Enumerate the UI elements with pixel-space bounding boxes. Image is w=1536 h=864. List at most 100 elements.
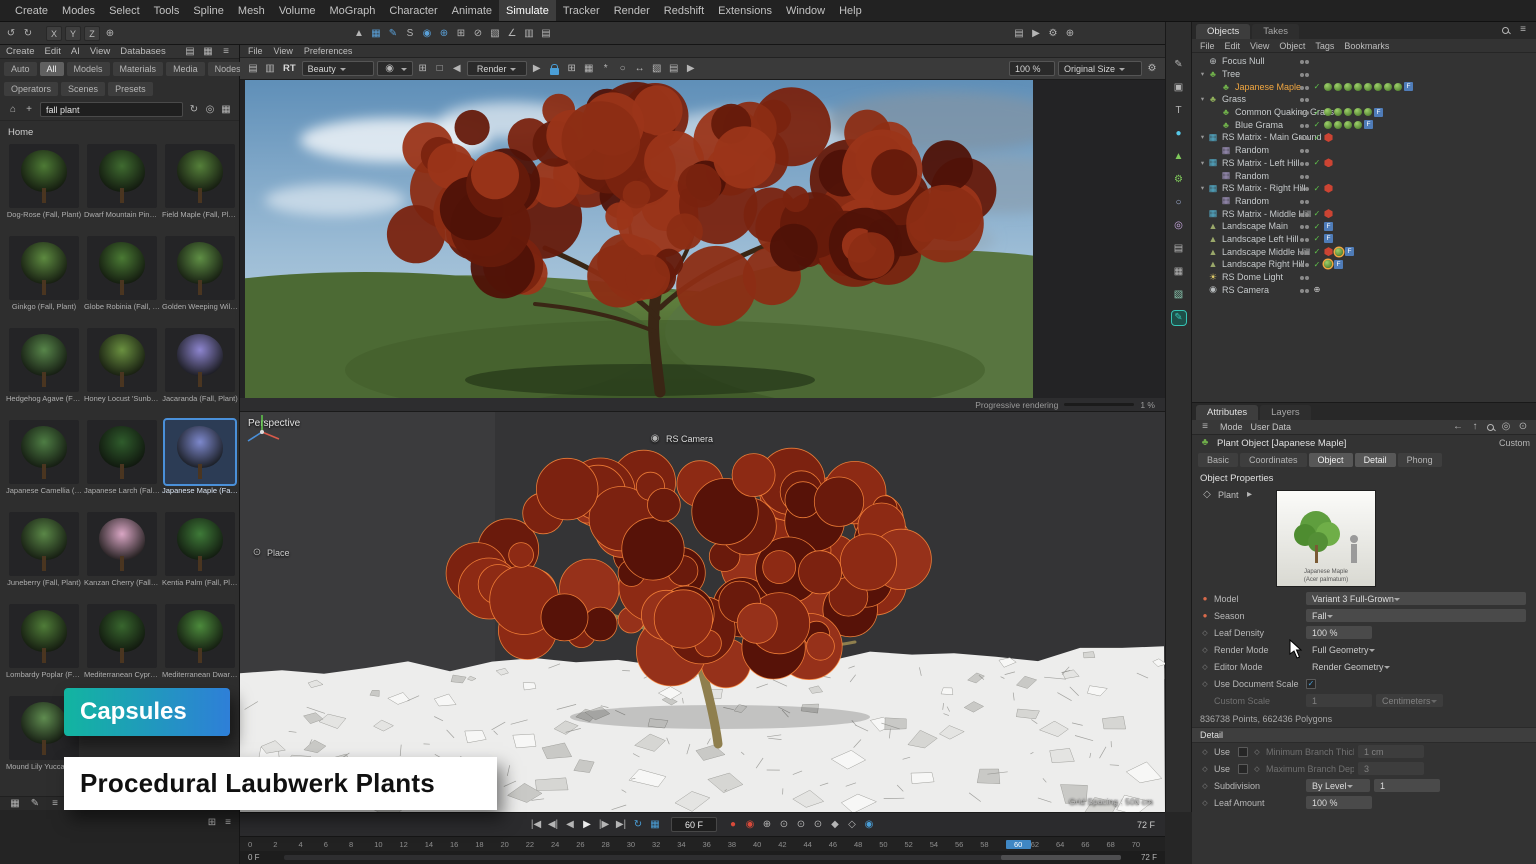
zoom-level-field[interactable]: 100 %	[1009, 61, 1055, 76]
asset-item[interactable]: Japanese Camellia (Fal...	[6, 420, 82, 508]
object-row[interactable]: ♣Common Quaking Grass✓F	[1192, 106, 1536, 119]
object-name[interactable]: Landscape Middle Hill	[1222, 247, 1310, 257]
render-visibility-dot[interactable]	[1305, 238, 1309, 242]
view-options-icon[interactable]: ▦	[219, 103, 233, 117]
enabled-check-icon[interactable]: ✓	[1312, 260, 1322, 269]
editor-visibility-dot[interactable]	[1300, 136, 1304, 140]
menu-modes[interactable]: Modes	[55, 0, 102, 21]
menu-select[interactable]: Select	[102, 0, 147, 21]
measure-icon[interactable]: ∠	[505, 27, 519, 41]
object-row[interactable]: ▾♣Tree	[1192, 68, 1536, 81]
panel-menu-icon[interactable]: ≡	[219, 45, 233, 59]
object-row[interactable]: ▦Random	[1192, 144, 1536, 157]
object-name[interactable]: Japanese Maple	[1235, 82, 1301, 92]
ruler-tick[interactable]: 18	[475, 840, 500, 849]
tab-layers[interactable]: Layers	[1260, 405, 1311, 420]
spline-circle-icon[interactable]: ○	[1172, 196, 1186, 210]
size-select[interactable]: Original Size	[1058, 61, 1142, 76]
scale-key-icon[interactable]: ⊙	[794, 818, 808, 832]
checkbox[interactable]	[1238, 764, 1248, 774]
place-tool-chip[interactable]: ⊙ Place	[250, 546, 290, 560]
asset-item[interactable]: Honey Locust 'Sunbur...	[84, 328, 160, 416]
render-visibility-dot[interactable]	[1305, 289, 1309, 293]
ruler-tick[interactable]: 54	[930, 840, 955, 849]
render-history-select[interactable]: Render	[467, 61, 527, 76]
pixel-ratio-icon[interactable]: ⊞	[416, 62, 430, 76]
ruler-tick[interactable]: 28	[602, 840, 627, 849]
lock-icon[interactable]: ◎	[1499, 420, 1513, 434]
object-menu-file[interactable]: File	[1200, 41, 1215, 51]
link-icon[interactable]: ◎	[203, 103, 217, 117]
object-row[interactable]: ▾▦RS Matrix - Main Ground✓	[1192, 131, 1536, 144]
asset-item[interactable]: Golden Weeping Willo...	[162, 236, 238, 324]
render-visibility-dot[interactable]	[1305, 124, 1309, 128]
search-input[interactable]: fall plant	[40, 102, 183, 117]
ruler-tick[interactable]: 22	[526, 840, 551, 849]
mode-button[interactable]: Mode	[1220, 422, 1243, 432]
place-tool-icon[interactable]: ⊙	[250, 546, 264, 560]
enabled-check-icon[interactable]: ✓	[1312, 120, 1322, 129]
ruler-tick[interactable]: 14	[425, 840, 450, 849]
param-select[interactable]: By Level	[1306, 779, 1370, 792]
object-name[interactable]: Landscape Left Hill	[1222, 234, 1299, 244]
object-row[interactable]: ▲Landscape Middle Hill✓F	[1192, 245, 1536, 258]
grid-snap-icon[interactable]: ⊞	[454, 27, 468, 41]
asset-item[interactable]: Juneberry (Fall, Plant)	[6, 512, 82, 600]
asset-item[interactable]: Japanese Larch (Fall, Pl...	[84, 420, 160, 508]
editor-visibility-dot[interactable]	[1300, 225, 1304, 229]
viewport-camera-icon[interactable]: ◉	[648, 432, 662, 446]
enabled-check-icon[interactable]: ✓	[1312, 133, 1322, 142]
layout-split-icon[interactable]: ▥	[522, 27, 536, 41]
asset-item[interactable]: Dwarf Mountain Pine (Fall, Plant)	[84, 144, 160, 232]
param-bullet-icon[interactable]: ◇	[1200, 488, 1214, 502]
param-value[interactable]: 100 %	[1306, 796, 1372, 809]
timeline-ruler[interactable]: 0246810121416182022242628303234363840424…	[240, 836, 1165, 851]
render-visibility-dot[interactable]	[1305, 73, 1309, 77]
perspective-viewport[interactable]: Perspective ◉ RS Camera ⊙ Place Grid Spa…	[240, 412, 1165, 812]
pla-key-icon[interactable]: ◇	[845, 818, 859, 832]
editor-visibility-dot[interactable]	[1300, 187, 1304, 191]
play-icon[interactable]: ▶	[580, 818, 594, 832]
ruler-tick[interactable]: 66	[1081, 840, 1106, 849]
attribute-tab-phong[interactable]: Phong	[1398, 453, 1442, 467]
param-value[interactable]: Variant 3 Full-Grown	[1306, 592, 1526, 605]
menu-tools[interactable]: Tools	[147, 0, 187, 21]
visibility-dots[interactable]	[1300, 285, 1310, 295]
editor-visibility-dot[interactable]	[1300, 111, 1304, 115]
editor-visibility-dot[interactable]	[1300, 175, 1304, 179]
list-mode-icon[interactable]: ≡	[48, 797, 62, 811]
tag-icon[interactable]: ▤	[1172, 242, 1186, 256]
render-visibility-dot[interactable]	[1305, 60, 1309, 64]
ruler-tick[interactable]: 34	[677, 840, 702, 849]
render-visibility-dot[interactable]	[1305, 175, 1309, 179]
ruler-tick[interactable]: 70	[1132, 840, 1157, 849]
param-bullet[interactable]: ◇	[1200, 799, 1210, 807]
plant-object-icon[interactable]: ♣	[1198, 436, 1212, 450]
lock-render-icon[interactable]	[550, 68, 559, 75]
rt-toggle[interactable]: RT	[280, 63, 299, 74]
visibility-dots[interactable]	[1300, 132, 1310, 142]
render-visibility-dot[interactable]	[1305, 98, 1309, 102]
sync-icon[interactable]: ↻	[187, 103, 201, 117]
render-view-menu-file[interactable]: File	[248, 46, 263, 56]
render-visibility-dot[interactable]	[1305, 276, 1309, 280]
ipr-icon[interactable]: ▶	[684, 62, 698, 76]
timeline-layout-icon[interactable]: ⊞	[205, 816, 219, 830]
selected-material-swatch[interactable]	[1335, 248, 1343, 256]
ruler-tick[interactable]: 8	[349, 840, 374, 849]
object-row[interactable]: ▲Landscape Main✓F	[1192, 220, 1536, 233]
home-icon[interactable]: ⌂	[6, 103, 20, 117]
object-row[interactable]: ▲Landscape Right Hill✓F	[1192, 258, 1536, 271]
ruler-tick[interactable]: 44	[804, 840, 829, 849]
enabled-check-icon[interactable]: ✓	[1312, 234, 1322, 243]
ruler-tick[interactable]: 48	[854, 840, 879, 849]
expand-icon[interactable]: ▾	[1198, 95, 1207, 103]
capsule-icon[interactable]: ✎	[1172, 311, 1186, 325]
param-bullet[interactable]: ◇	[1200, 646, 1210, 654]
param-bullet[interactable]: ◇	[1200, 782, 1210, 790]
expand-icon[interactable]: ▾	[1198, 133, 1207, 141]
snap-icon[interactable]: ⊕	[437, 27, 451, 41]
param-value[interactable]: 100 %	[1306, 626, 1372, 639]
filter-media[interactable]: Media	[166, 62, 205, 76]
snapshot-icon[interactable]: ▤	[246, 62, 260, 76]
